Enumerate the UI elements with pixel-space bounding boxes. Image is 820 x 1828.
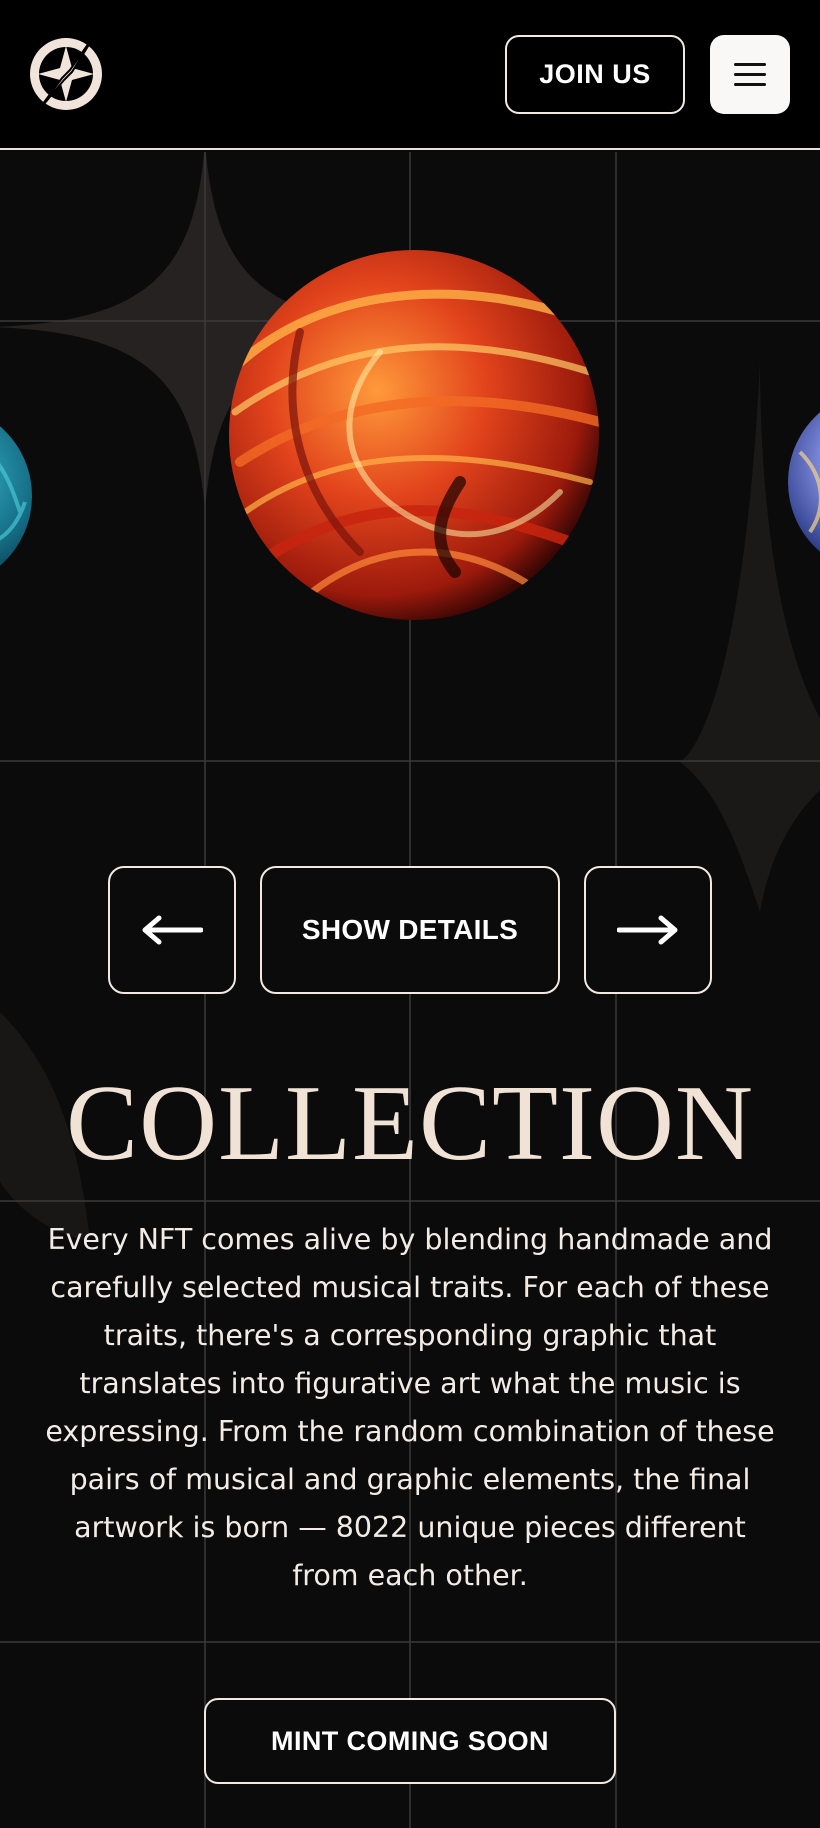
hamburger-icon [734, 63, 766, 66]
iridescent-sphere-artwork [788, 412, 820, 552]
collection-title: COLLECTION [66, 1064, 754, 1183]
blue-sphere-artwork [0, 426, 32, 566]
show-details-button[interactable]: SHOW DETAILS [260, 866, 560, 994]
join-us-button[interactable]: JOIN US [505, 35, 685, 114]
star-compass-logo[interactable] [26, 26, 106, 118]
collection-section: SHOW DETAILS COLLECTION Every NFT comes … [0, 152, 820, 1828]
menu-button[interactable] [710, 35, 790, 114]
arrow-right-icon [617, 915, 678, 945]
arrow-left-icon [142, 915, 203, 945]
mint-coming-soon-button[interactable]: MINT COMING SOON [204, 1698, 616, 1784]
previous-button[interactable] [108, 866, 236, 994]
site-header: JOIN US [0, 0, 820, 150]
collection-description: Every NFT comes alive by blending handma… [45, 1223, 775, 1592]
next-button[interactable] [584, 866, 712, 994]
red-orange-sphere-artwork [229, 250, 599, 620]
